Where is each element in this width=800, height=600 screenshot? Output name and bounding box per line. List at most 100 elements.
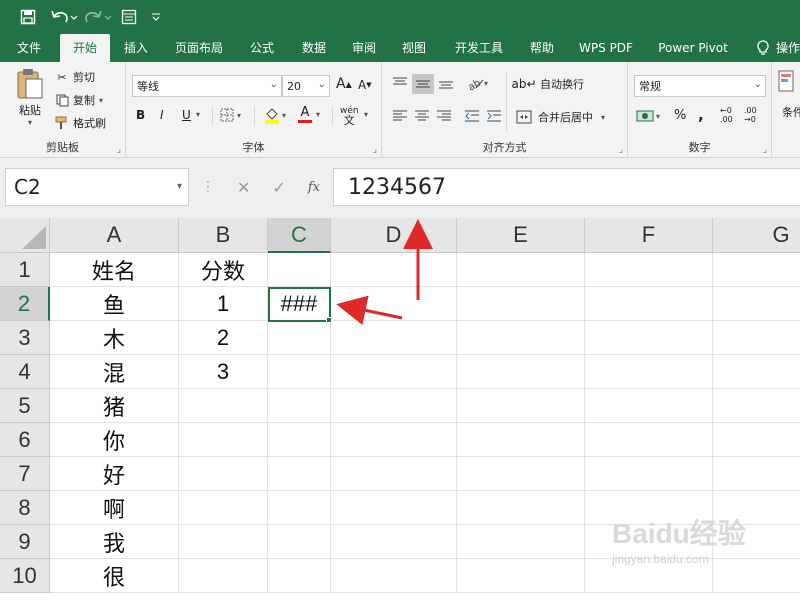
align-top-button[interactable] (392, 76, 408, 90)
cell-g5[interactable] (713, 389, 800, 423)
cell-c5[interactable] (268, 389, 331, 423)
enter-icon[interactable]: ✓ (272, 178, 285, 197)
cell-a4[interactable]: 混 (50, 355, 179, 389)
conditional-format-icon[interactable] (778, 70, 794, 92)
row-header-3[interactable]: 3 (0, 321, 50, 355)
font-name-select[interactable]: 等线 ⌄ (132, 75, 282, 97)
cell-c9[interactable] (268, 525, 331, 559)
cell-c6[interactable] (268, 423, 331, 457)
tab-file[interactable]: 文件 (6, 34, 52, 62)
cell-e5[interactable] (457, 389, 585, 423)
alignment-launcher-icon[interactable]: ⌟ (619, 145, 623, 155)
cancel-icon[interactable]: ✕ (237, 178, 250, 197)
cell-g1[interactable] (713, 253, 800, 287)
cell-a3[interactable]: 木 (50, 321, 179, 355)
cell-c7[interactable] (268, 457, 331, 491)
tab-formulas[interactable]: 公式 (240, 34, 284, 62)
cell-b2[interactable]: 1 (179, 287, 268, 321)
tab-tell-me[interactable]: 操作 (776, 34, 800, 62)
column-header-e[interactable]: E (457, 218, 585, 253)
tab-data[interactable]: 数据 (292, 34, 336, 62)
font-size-select[interactable]: 20 ⌄ (282, 75, 330, 97)
grow-font-button[interactable]: A ▲ (336, 76, 352, 92)
increase-indent-button[interactable] (486, 109, 502, 123)
cell-f3[interactable] (585, 321, 713, 355)
font-launcher-icon[interactable]: ⌟ (373, 145, 377, 155)
tab-wps-pdf[interactable]: WPS PDF (572, 34, 640, 62)
phonetic-button[interactable]: wén 文 (340, 106, 359, 126)
cell-c10[interactable] (268, 559, 331, 593)
cell-d2[interactable] (331, 287, 457, 321)
align-left-button[interactable] (392, 109, 408, 123)
cell-d7[interactable] (331, 457, 457, 491)
redo-icon[interactable] (84, 6, 114, 28)
cell-a9[interactable]: 我 (50, 525, 179, 559)
cell-d4[interactable] (331, 355, 457, 389)
row-header-9[interactable]: 9 (0, 525, 50, 559)
underline-button[interactable]: U (182, 108, 191, 122)
formula-input[interactable]: 1234567 (333, 168, 800, 206)
cell-b3[interactable]: 2 (179, 321, 268, 355)
cell-a1[interactable]: 姓名 (50, 253, 179, 287)
cell-e3[interactable] (457, 321, 585, 355)
tab-home[interactable]: 开始 (60, 34, 110, 62)
row-header-1[interactable]: 1 (0, 253, 50, 287)
cell-b6[interactable] (179, 423, 268, 457)
cell-e7[interactable] (457, 457, 585, 491)
decrease-decimal-button[interactable]: .00 →0 (744, 106, 766, 124)
cell-g3[interactable] (713, 321, 800, 355)
align-bottom-button[interactable] (438, 76, 454, 90)
tab-insert[interactable]: 插入 (114, 34, 158, 62)
column-header-a[interactable]: A (50, 218, 179, 253)
cell-e9[interactable] (457, 525, 585, 559)
undo-icon[interactable] (48, 6, 80, 28)
borders-button[interactable]: ▾ (220, 108, 241, 122)
format-painter-button[interactable]: 格式刷 (54, 115, 106, 131)
cell-f7[interactable] (585, 457, 713, 491)
comma-button[interactable]: , (698, 106, 704, 124)
cell-e2[interactable] (457, 287, 585, 321)
paste-button[interactable]: 粘贴 ▾ (12, 68, 48, 127)
shrink-font-button[interactable]: A ▼ (358, 78, 372, 92)
column-header-g[interactable]: G (713, 218, 800, 253)
cell-e4[interactable] (457, 355, 585, 389)
cell-g7[interactable] (713, 457, 800, 491)
cell-c1[interactable] (268, 253, 331, 287)
tab-developer[interactable]: 开发工具 (446, 34, 512, 62)
align-center-button[interactable] (414, 109, 430, 123)
conditional-format-button[interactable]: 条件 (782, 104, 800, 120)
row-header-6[interactable]: 6 (0, 423, 50, 457)
cell-e6[interactable] (457, 423, 585, 457)
cell-d3[interactable] (331, 321, 457, 355)
cell-d8[interactable] (331, 491, 457, 525)
clipboard-launcher-icon[interactable]: ⌟ (117, 145, 121, 155)
cell-d10[interactable] (331, 559, 457, 593)
cell-a6[interactable]: 你 (50, 423, 179, 457)
tab-help[interactable]: 帮助 (520, 34, 564, 62)
italic-button[interactable]: I (160, 108, 164, 122)
cell-b9[interactable] (179, 525, 268, 559)
number-launcher-icon[interactable]: ⌟ (763, 145, 767, 155)
cell-g2[interactable] (713, 287, 800, 321)
fill-color-button[interactable]: ▾ (264, 106, 286, 124)
column-header-b[interactable]: B (179, 218, 268, 253)
wrap-text-button[interactable]: ab↵ 自动换行 (511, 76, 584, 92)
cell-c4[interactable] (268, 355, 331, 389)
cut-button[interactable]: ✂ 剪切 (54, 69, 95, 85)
customize-icon[interactable] (148, 6, 164, 28)
copy-chevron-icon[interactable]: ▾ (99, 96, 103, 105)
increase-decimal-button[interactable]: ←0 .00 (720, 106, 742, 124)
tab-review[interactable]: 审阅 (342, 34, 386, 62)
row-header-5[interactable]: 5 (0, 389, 50, 423)
bold-button[interactable]: B (136, 108, 145, 122)
name-box-chevron-icon[interactable]: ▾ (177, 181, 182, 192)
fill-handle[interactable] (326, 317, 332, 323)
cell-e8[interactable] (457, 491, 585, 525)
cell-g6[interactable] (713, 423, 800, 457)
percent-button[interactable]: % (674, 108, 686, 123)
cell-f2[interactable] (585, 287, 713, 321)
cell-b7[interactable] (179, 457, 268, 491)
cell-b8[interactable] (179, 491, 268, 525)
cell-a10[interactable]: 很 (50, 559, 179, 593)
row-header-2[interactable]: 2 (0, 287, 50, 321)
